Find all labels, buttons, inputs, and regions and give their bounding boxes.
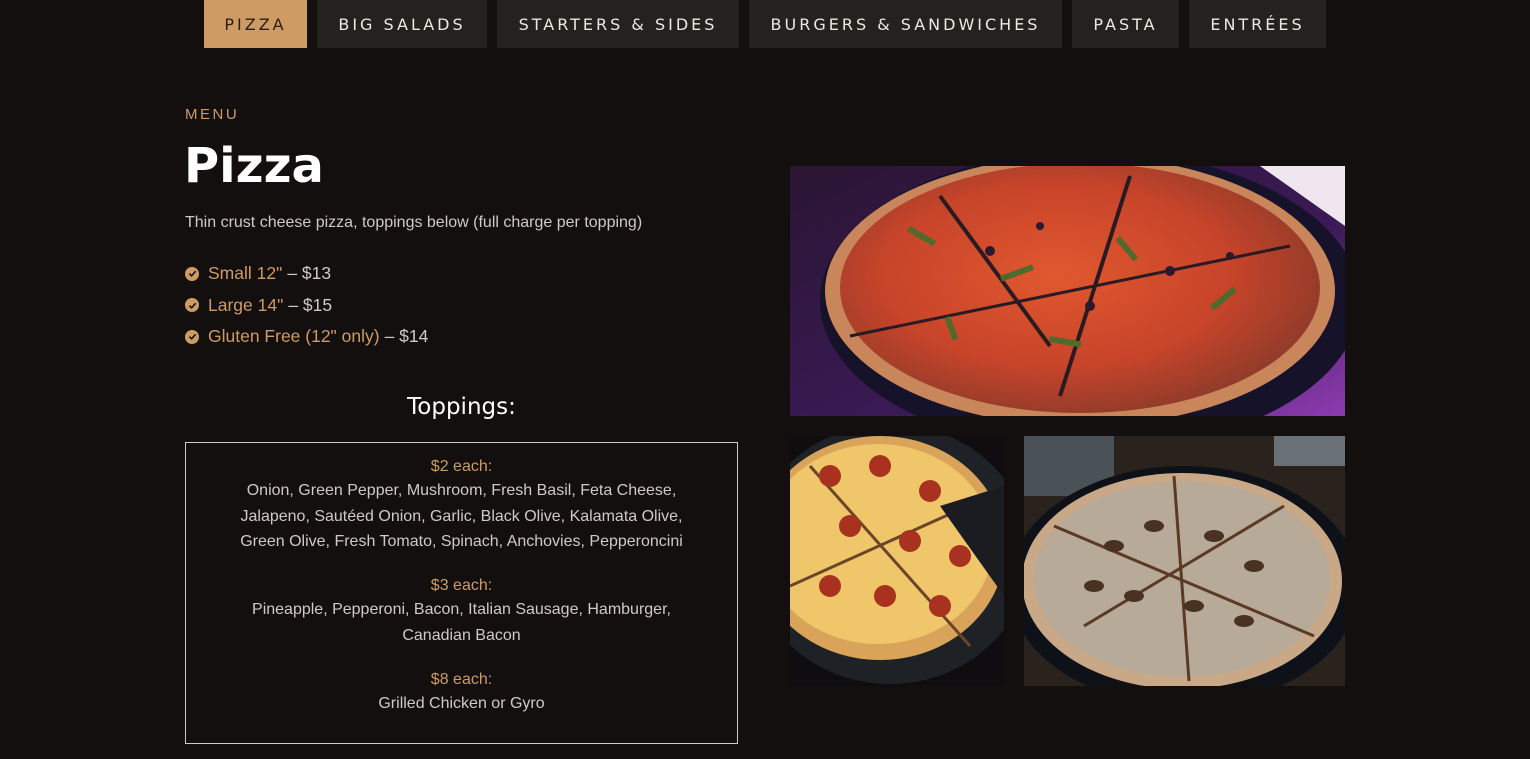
size-price: – $14 — [384, 326, 429, 347]
category-nav: PIZZA BIG SALADS STARTERS & SIDES BURGER… — [204, 0, 1326, 48]
tab-burgers-sandwiches[interactable]: BURGERS & SANDWICHES — [749, 0, 1062, 48]
check-circle-icon — [185, 298, 199, 313]
tab-starters-sides[interactable]: STARTERS & SIDES — [497, 0, 739, 48]
check-circle-icon — [185, 266, 199, 281]
list-item: Large 14" – $15 — [185, 290, 428, 322]
pizza-photo-large — [790, 166, 1345, 416]
pizza-photo-mushroom — [1024, 436, 1345, 686]
topping-tier: $3 each: Pineapple, Pepperoni, Bacon, It… — [186, 574, 737, 648]
page-title: Pizza — [184, 138, 324, 194]
section-eyebrow: MENU — [185, 106, 240, 123]
list-item: Small 12" – $13 — [185, 258, 428, 290]
tier-items: Pineapple, Pepperoni, Bacon, Italian Sau… — [252, 601, 671, 644]
tab-pasta[interactable]: PASTA — [1072, 0, 1179, 48]
topping-tier: $8 each: Grilled Chicken or Gyro — [186, 668, 737, 717]
size-name: Small 12" — [208, 263, 283, 284]
size-price: – $13 — [287, 263, 332, 284]
size-price: – $15 — [288, 294, 333, 315]
tier-items: Grilled Chicken or Gyro — [378, 694, 545, 712]
size-list: Small 12" – $13 Large 14" – $15 Gluten F… — [185, 258, 428, 353]
tier-price-label: $3 each: — [430, 577, 493, 595]
tier-items: Onion, Green Pepper, Mushroom, Fresh Bas… — [240, 482, 683, 551]
tab-big-salads[interactable]: BIG SALADS — [317, 0, 487, 48]
tab-entrees[interactable]: ENTRÉES — [1189, 0, 1326, 48]
tab-pizza[interactable]: PIZZA — [204, 0, 307, 48]
tier-price-label: $2 each: — [430, 458, 493, 475]
list-item: Gluten Free (12" only) – $14 — [185, 321, 428, 353]
size-name: Large 14" — [208, 294, 284, 315]
topping-tier: $2 each: Onion, Green Pepper, Mushroom, … — [186, 455, 737, 555]
tier-price-label: $8 each: — [430, 670, 493, 688]
toppings-box: $2 each: Onion, Green Pepper, Mushroom, … — [185, 442, 738, 744]
size-name: Gluten Free (12" only) — [208, 326, 380, 347]
check-circle-icon — [185, 329, 199, 344]
toppings-heading: Toppings: — [407, 394, 516, 420]
pizza-photo-pepperoni — [790, 436, 1004, 686]
section-description: Thin crust cheese pizza, toppings below … — [185, 214, 643, 231]
